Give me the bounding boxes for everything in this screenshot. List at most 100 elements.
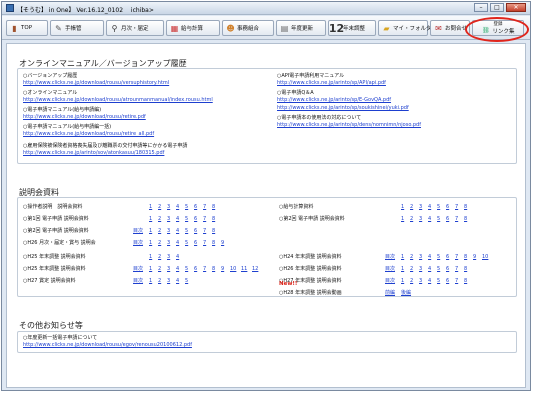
seminar-page-link[interactable]: 1	[401, 254, 404, 260]
seminar-page-link[interactable]: 3	[167, 204, 170, 210]
seminar-page-link[interactable]: 6	[194, 266, 197, 272]
seminar-page-link[interactable]: 7	[203, 240, 206, 246]
seminar-index-link[interactable]: 目次	[133, 240, 143, 246]
seminar-page-link[interactable]: 6	[446, 254, 449, 260]
seminar-page-link[interactable]: 3	[419, 254, 422, 260]
seminar-page-link[interactable]: 3	[167, 278, 170, 284]
seminar-page-link[interactable]: 3	[167, 240, 170, 246]
year-change-button[interactable]: ▤ 年度更新	[276, 20, 326, 36]
seminar-page-link[interactable]: 4	[428, 266, 431, 272]
minimize-button[interactable]: –	[474, 3, 488, 12]
seminar-page-link[interactable]: 1	[401, 266, 404, 272]
seminar-page-link[interactable]: 5	[437, 266, 440, 272]
inquiry-button[interactable]: ✉ お問合せ	[430, 20, 470, 36]
seminar-page-link[interactable]: 7	[203, 266, 206, 272]
seminar-page-link[interactable]: 3	[167, 228, 170, 234]
seminar-page-link[interactable]: 10	[482, 254, 488, 260]
seminar-page-link[interactable]: 1	[149, 254, 152, 260]
seminar-page-link[interactable]: 3	[419, 216, 422, 222]
seminar-page-link[interactable]: 4	[176, 266, 179, 272]
seminar-page-link[interactable]: 5	[437, 278, 440, 284]
seminar-page-link[interactable]: 4	[428, 278, 431, 284]
seminar-page-link[interactable]: 4	[176, 204, 179, 210]
seminar-page-link[interactable]: 10	[230, 266, 236, 272]
seminar-page-link[interactable]: 7	[203, 204, 206, 210]
seminar-page-link[interactable]: 2	[158, 254, 161, 260]
seminar-page-link[interactable]: 8	[212, 240, 215, 246]
manual-link[interactable]: http://www.clicks.ne.jp/download/rousu/r…	[23, 114, 146, 120]
seminar-page-link[interactable]: 5	[437, 254, 440, 260]
seminar-page-link[interactable]: 4	[176, 254, 179, 260]
seminar-page-link[interactable]: 6	[446, 278, 449, 284]
my-folder-button[interactable]: ▰ マイ・フォルダー	[378, 20, 437, 36]
maximize-button[interactable]: □	[490, 3, 504, 12]
other-link[interactable]: http://www.clicks.ne.jp/download/rousu/e…	[23, 342, 192, 348]
office-button[interactable]: ☻ 事務組合	[222, 20, 274, 36]
payroll-button[interactable]: ▦ 給与計算	[166, 20, 220, 36]
seminar-page-link[interactable]: 5	[185, 278, 188, 284]
seminar-page-link[interactable]: 5	[185, 240, 188, 246]
seminar-page-link[interactable]: 8	[464, 254, 467, 260]
seminar-page-link[interactable]: 9	[221, 240, 224, 246]
seminar-page-link[interactable]: 4	[428, 254, 431, 260]
seminar-page-link[interactable]: 8	[464, 216, 467, 222]
seminar-page-link[interactable]: 1	[149, 278, 152, 284]
top-button[interactable]: ▮ TOP	[6, 20, 48, 36]
manual-link[interactable]: http://www.clicks.ne.jp/arinto/sp/E-GovQ…	[277, 97, 391, 103]
seminar-page-link[interactable]: 7	[455, 254, 458, 260]
seminar-page-link[interactable]: 4	[428, 204, 431, 210]
seminar-page-link[interactable]: 1	[149, 240, 152, 246]
seminar-index-link[interactable]: 目次	[385, 278, 395, 284]
seminar-page-link[interactable]: 4	[176, 240, 179, 246]
seminar-page-link[interactable]: 2	[158, 216, 161, 222]
seminar-page-link[interactable]: 5	[437, 204, 440, 210]
seminar-page-link[interactable]: 4	[176, 216, 179, 222]
seminar-page-link[interactable]: 2	[158, 266, 161, 272]
seminar-index-link[interactable]: 後編	[401, 290, 411, 296]
seminar-page-link[interactable]: 4	[176, 228, 179, 234]
seminar-page-link[interactable]: 8	[464, 204, 467, 210]
manual-link[interactable]: http://www.clicks.ne.jp/arinto/sp/API/ap…	[277, 80, 386, 86]
seminar-page-link[interactable]: 3	[167, 254, 170, 260]
year-end-button[interactable]: 12 年末調整	[328, 20, 376, 36]
seminar-page-link[interactable]: 2	[410, 204, 413, 210]
seminar-page-link[interactable]: 4	[176, 278, 179, 284]
seminar-page-link[interactable]: 7	[455, 266, 458, 272]
manual-link[interactable]: http://www.clicks.ne.jp/arinto/sov/atonk…	[23, 150, 164, 156]
seminar-page-link[interactable]: 8	[212, 216, 215, 222]
seminar-page-link[interactable]: 2	[158, 204, 161, 210]
seminar-index-link[interactable]: 目次	[385, 254, 395, 260]
notebook-button[interactable]: ✎ 手帳管	[50, 20, 104, 36]
seminar-page-link[interactable]: 1	[149, 204, 152, 210]
seminar-page-link[interactable]: 1	[149, 266, 152, 272]
seminar-page-link[interactable]: 4	[428, 216, 431, 222]
manual-link[interactable]: http://www.clicks.ne.jp/arinto/sp/soukis…	[277, 105, 409, 111]
seminar-page-link[interactable]: 6	[446, 204, 449, 210]
seminar-page-link[interactable]: 1	[149, 228, 152, 234]
seminar-page-link[interactable]: 2	[410, 254, 413, 260]
seminar-index-link[interactable]: 目次	[385, 266, 395, 272]
seminar-page-link[interactable]: 8	[212, 266, 215, 272]
manual-link[interactable]: http://www.clicks.ne.jp/download/rousu/v…	[23, 80, 169, 86]
seminar-page-link[interactable]: 3	[419, 266, 422, 272]
seminar-page-link[interactable]: 5	[185, 266, 188, 272]
seminar-page-link[interactable]: 1	[401, 216, 404, 222]
close-button[interactable]: ✕	[506, 3, 526, 12]
seminar-page-link[interactable]: 1	[401, 278, 404, 284]
seminar-page-link[interactable]: 6	[194, 204, 197, 210]
seminar-page-link[interactable]: 7	[203, 228, 206, 234]
seminar-page-link[interactable]: 2	[410, 278, 413, 284]
seminar-page-link[interactable]: 6	[194, 240, 197, 246]
seminar-page-link[interactable]: 6	[194, 216, 197, 222]
seminar-page-link[interactable]: 8	[212, 228, 215, 234]
seminar-page-link[interactable]: 3	[167, 216, 170, 222]
seminar-page-link[interactable]: 9	[221, 266, 224, 272]
seminar-page-link[interactable]: 7	[203, 216, 206, 222]
seminar-page-link[interactable]: 6	[194, 228, 197, 234]
seminar-page-link[interactable]: 1	[401, 204, 404, 210]
seminar-page-link[interactable]: 2	[158, 228, 161, 234]
manual-link[interactable]: http://www.clicks.ne.jp/arinto/sp/dens/n…	[277, 122, 421, 128]
seminar-page-link[interactable]: 2	[158, 240, 161, 246]
seminar-page-link[interactable]: 5	[437, 216, 440, 222]
seminar-index-link[interactable]: 目次	[133, 266, 143, 272]
